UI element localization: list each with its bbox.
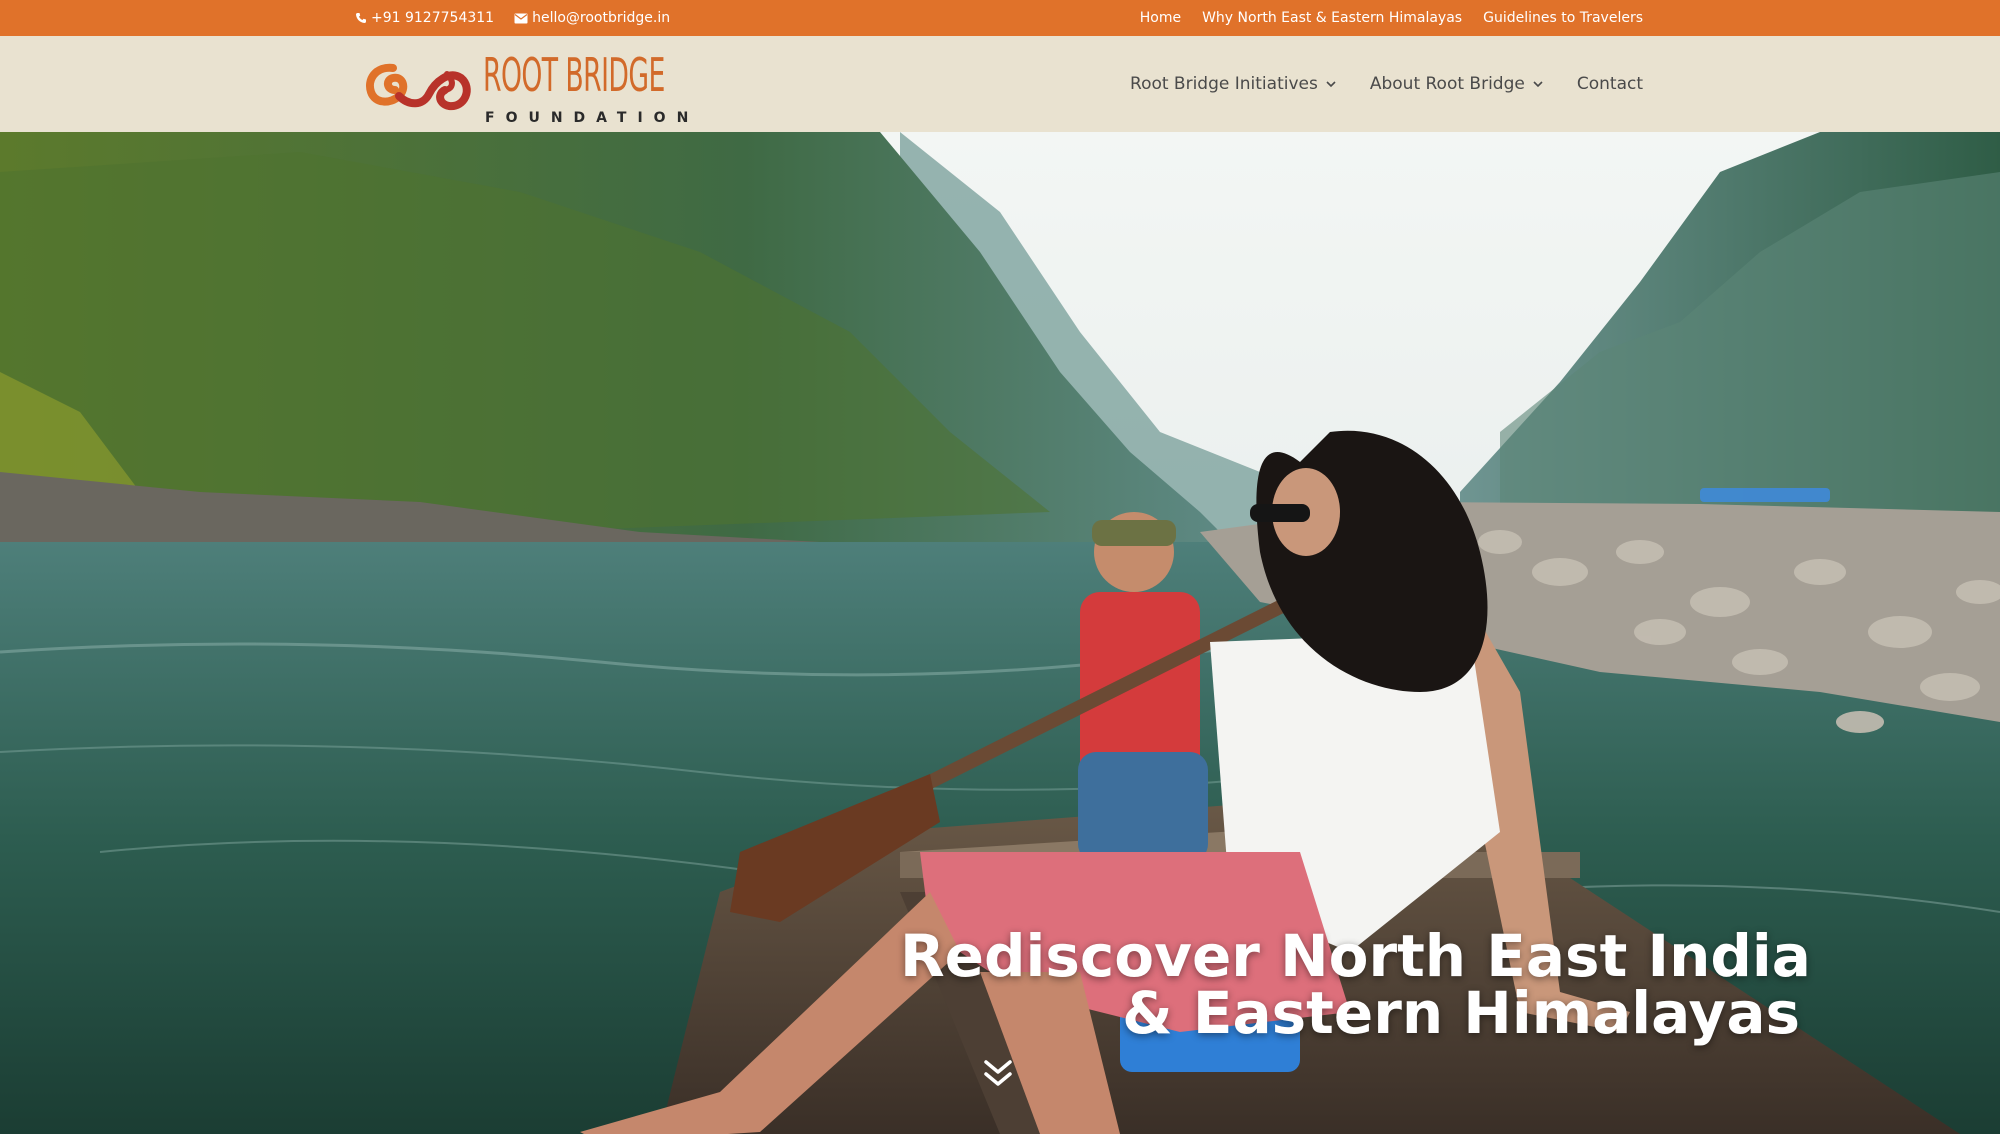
nav-about-root-bridge[interactable]: About Root Bridge: [1370, 74, 1543, 94]
main-header: ROOT BRIDGE FOUNDATION Root Bridge Initi…: [0, 36, 2000, 132]
nav-contact[interactable]: Contact: [1577, 74, 1643, 94]
phone-icon: [355, 12, 367, 24]
topnav-guidelines[interactable]: Guidelines to Travelers: [1483, 10, 1643, 26]
topnav-home[interactable]: Home: [1140, 10, 1181, 26]
envelope-icon: [514, 13, 528, 24]
double-chevron-down-icon[interactable]: [980, 1058, 1016, 1094]
topnav-why-north-east[interactable]: Why North East & Eastern Himalayas: [1202, 10, 1462, 26]
nav-label: Root Bridge Initiatives: [1130, 74, 1318, 94]
hero-headline-line1: Rediscover North East India: [900, 922, 1811, 990]
logo-wordmark: ROOT BRIDGE: [483, 48, 665, 102]
phone-number: +91 9127754311: [371, 10, 495, 26]
phone-contact[interactable]: +91 9127754311: [355, 10, 494, 26]
root-bridge-logo-mark: [366, 63, 471, 111]
email-contact[interactable]: hello@rootbridge.in: [514, 10, 670, 26]
nav-label: Contact: [1576, 74, 1643, 94]
hero-section: Rediscover North East India & Eastern Hi…: [0, 132, 2000, 1134]
contact-info: +91 9127754311 hello@rootbridge.in: [355, 0, 670, 36]
chevron-down-icon: [1326, 80, 1336, 88]
hero-headline-line2: & Eastern Himalayas: [1122, 979, 1800, 1047]
logo-subtext: FOUNDATION: [485, 110, 700, 126]
email-address: hello@rootbridge.in: [532, 10, 671, 26]
hero-headline: Rediscover North East India & Eastern Hi…: [900, 922, 1811, 1047]
secondary-nav: Home Why North East & Eastern Himalayas …: [1140, 0, 1643, 36]
site-logo[interactable]: ROOT BRIDGE FOUNDATION: [363, 46, 688, 126]
main-nav: Root Bridge Initiatives About Root Bridg…: [1130, 36, 1643, 132]
chevron-down-icon: [1533, 80, 1543, 88]
nav-label: About Root Bridge: [1369, 74, 1525, 94]
top-bar: +91 9127754311 hello@rootbridge.in Home …: [0, 0, 2000, 36]
nav-root-bridge-initiatives[interactable]: Root Bridge Initiatives: [1130, 74, 1336, 94]
